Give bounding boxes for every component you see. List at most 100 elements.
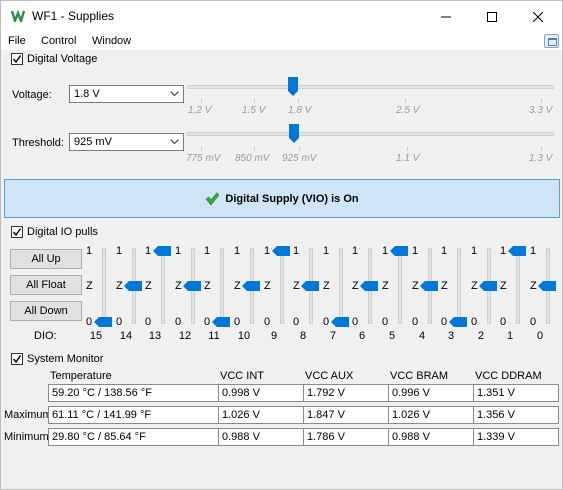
dio-level-label: 0 [264, 316, 271, 328]
dio-level-label: Z [500, 280, 507, 292]
dio-slider-thumb[interactable] [331, 317, 349, 327]
dio-slider-thumb[interactable] [390, 246, 408, 256]
all-down-button[interactable]: All Down [10, 301, 82, 321]
dio-level-label: Z [145, 280, 152, 292]
close-button[interactable] [515, 1, 561, 32]
dio-channel-number: 1 [506, 330, 514, 342]
system-monitor-checkbox[interactable] [11, 353, 23, 365]
dio-slider-thumb[interactable] [479, 281, 497, 291]
dio-level-label: Z [293, 280, 300, 292]
dio-slider-thumb[interactable] [94, 317, 112, 327]
threshold-tick-label: 925 mV [282, 153, 317, 164]
threshold-tick-label: 1.1 V [396, 153, 420, 164]
threshold-slider-thumb[interactable] [289, 124, 299, 144]
dio-slider-track[interactable] [398, 248, 402, 324]
column-header-temperature: Temperature [50, 370, 112, 382]
dio-channel-number: 5 [388, 330, 396, 342]
dio-channel-number: 10 [237, 330, 251, 342]
dio-slider-track[interactable] [161, 248, 165, 324]
all-up-button[interactable]: All Up [10, 249, 82, 269]
monitor-value-cell: 1.026 V [218, 406, 304, 424]
voltage-tick-label: 2.5 V [396, 105, 420, 116]
dio-level-label: 1 [293, 245, 300, 257]
dio-level-label: Z [264, 280, 271, 292]
dio-channel-number: 7 [329, 330, 337, 342]
dio-level-label: Z [471, 280, 478, 292]
dio-channel-number: 12 [178, 330, 192, 342]
voltage-select-value: 1.8 V [74, 88, 100, 100]
dio-slider-track[interactable] [457, 248, 461, 324]
dio-level-label: 1 [412, 245, 419, 257]
dio-slider-thumb[interactable] [449, 317, 467, 327]
voltage-tick-label: 1.5 V [242, 105, 266, 116]
monitor-value-cell: 1.339 V [473, 428, 559, 446]
threshold-tick [541, 147, 542, 151]
monitor-value-cell: 1.026 V [388, 406, 474, 424]
dio-slider-thumb[interactable] [153, 246, 171, 256]
all-float-button[interactable]: All Float [10, 275, 82, 295]
dio-slider-track[interactable] [102, 248, 106, 324]
monitor-value-cell: 59.20 °C / 138.56 °F [48, 384, 219, 402]
restore-window-button[interactable] [544, 34, 559, 48]
dio-level-label: 0 [530, 316, 537, 328]
digital-supply-toggle-button[interactable]: Digital Supply (VIO) is On [4, 179, 560, 218]
monitor-value-cell: 0.998 V [218, 384, 304, 402]
dio-channel-number: 8 [299, 330, 307, 342]
supplies-window: WF1 - Supplies File Control Window Digit… [0, 0, 563, 490]
threshold-tick [299, 147, 300, 151]
green-check-icon [205, 192, 220, 205]
dio-slider-track[interactable] [220, 248, 224, 324]
threshold-tick [201, 147, 202, 151]
digital-supply-label: Digital Supply (VIO) is On [225, 192, 359, 205]
dio-level-label: 1 [530, 245, 537, 257]
digital-io-pulls-checkbox[interactable] [11, 226, 23, 238]
menu-file[interactable]: File [8, 35, 26, 47]
menu-window[interactable]: Window [92, 35, 131, 47]
minimize-button[interactable] [423, 1, 469, 32]
system-monitor-label: System Monitor [27, 353, 104, 365]
dio-slider-thumb[interactable] [183, 281, 201, 291]
digital-voltage-checkbox[interactable] [11, 53, 23, 65]
menu-bar: File Control Window [1, 32, 562, 50]
dio-slider-track[interactable] [339, 248, 343, 324]
monitor-value-cell: 1.356 V [473, 406, 559, 424]
dio-slider-thumb[interactable] [360, 281, 378, 291]
dio-slider-track[interactable] [280, 248, 284, 324]
threshold-slider-track[interactable] [187, 132, 554, 136]
dio-level-label: 0 [234, 316, 241, 328]
voltage-tick [405, 99, 406, 103]
dio-level-label: 0 [175, 316, 182, 328]
dio-level-label: 1 [204, 245, 211, 257]
dio-channel-number: 9 [270, 330, 278, 342]
dio-slider-thumb[interactable] [301, 281, 319, 291]
voltage-slider-track[interactable] [187, 85, 554, 89]
dio-slider-thumb[interactable] [538, 281, 556, 291]
dio-level-label: 1 [145, 245, 152, 257]
dio-slider-thumb[interactable] [212, 317, 230, 327]
monitor-value-cell: 1.792 V [303, 384, 389, 402]
window-title: WF1 - Supplies [32, 9, 115, 23]
monitor-value-cell: 61.11 °C / 141.99 °F [48, 406, 219, 424]
dio-channel-number: 0 [536, 330, 544, 342]
voltage-tick [254, 99, 255, 103]
dio-slider-thumb[interactable] [124, 281, 142, 291]
dio-slider-thumb[interactable] [420, 281, 438, 291]
dio-level-label: Z [412, 280, 419, 292]
threshold-select[interactable]: 925 mV [69, 133, 184, 151]
chevron-down-icon [170, 139, 179, 145]
maximize-button[interactable] [469, 1, 515, 32]
voltage-tick-label: 1.2 V [188, 105, 212, 116]
voltage-slider-thumb[interactable] [288, 77, 298, 97]
dio-level-label: 0 [471, 316, 478, 328]
monitor-value-cell: 0.996 V [388, 384, 474, 402]
dio-slider-thumb[interactable] [272, 246, 290, 256]
dio-level-label: 0 [293, 316, 300, 328]
dio-slider-thumb[interactable] [508, 246, 526, 256]
checkmark-icon [12, 355, 22, 364]
dio-slider-thumb[interactable] [242, 281, 260, 291]
dio-slider-track[interactable] [516, 248, 520, 324]
checkmark-icon [12, 228, 22, 237]
dio-level-label: Z [352, 280, 359, 292]
voltage-select[interactable]: 1.8 V [69, 85, 184, 103]
menu-control[interactable]: Control [41, 35, 76, 47]
